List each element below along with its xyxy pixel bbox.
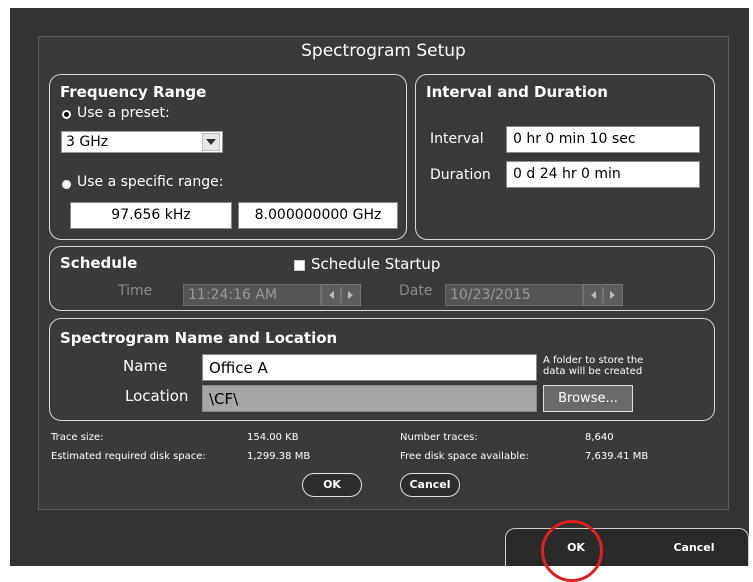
stop-frequency-input[interactable]: 8.000000000 GHz bbox=[238, 202, 398, 229]
date-label: Date bbox=[399, 283, 433, 299]
preset-dropdown-value: 3 GHz bbox=[66, 134, 109, 150]
schedule-startup-label: Schedule Startup bbox=[311, 255, 441, 273]
folder-note: A folder to store the data will be creat… bbox=[543, 355, 644, 377]
duration-label: Duration bbox=[430, 167, 491, 183]
arrow-left-icon bbox=[329, 291, 334, 299]
trace-size-value: 154.00 KB bbox=[247, 432, 299, 443]
schedule-group: Schedule Schedule Startup Time 11:24:16 … bbox=[49, 246, 715, 311]
disk-required-label: Estimated required disk space: bbox=[51, 451, 206, 462]
free-space-value: 7,639.41 MB bbox=[585, 451, 649, 462]
num-traces-label: Number traces: bbox=[400, 432, 478, 443]
interval-duration-group: Interval and Duration Interval 0 hr 0 mi… bbox=[415, 74, 715, 240]
location-label: Location bbox=[125, 387, 189, 405]
chevron-down-icon[interactable] bbox=[201, 132, 221, 152]
bottom-cancel-button[interactable]: Cancel bbox=[664, 541, 724, 554]
frequency-range-title: Frequency Range bbox=[60, 83, 207, 101]
date-input[interactable]: 10/23/2015 bbox=[445, 284, 583, 306]
disk-required-value: 1,299.38 MB bbox=[247, 451, 311, 462]
ok-button[interactable]: OK bbox=[302, 473, 362, 497]
spectrogram-setup-dialog: Spectrogram Setup Frequency Range Use a … bbox=[38, 36, 729, 510]
interval-label: Interval bbox=[430, 131, 484, 147]
name-location-title: Spectrogram Name and Location bbox=[60, 329, 338, 347]
cancel-button[interactable]: Cancel bbox=[400, 473, 460, 497]
preset-label: Use a preset: bbox=[77, 105, 170, 121]
name-location-group: Spectrogram Name and Location Name Offic… bbox=[49, 318, 715, 421]
interval-input[interactable]: 0 hr 0 min 10 sec bbox=[506, 126, 700, 153]
name-label: Name bbox=[123, 357, 168, 375]
arrow-right-icon bbox=[348, 291, 353, 299]
time-spinner[interactable] bbox=[321, 284, 361, 306]
highlight-circle bbox=[541, 520, 603, 582]
preset-radio[interactable] bbox=[62, 110, 71, 119]
browse-button[interactable]: Browse... bbox=[543, 385, 633, 412]
time-input[interactable]: 11:24:16 AM bbox=[183, 284, 321, 306]
location-input[interactable]: \CF\ bbox=[202, 385, 537, 412]
preset-dropdown[interactable]: 3 GHz bbox=[61, 131, 223, 153]
interval-duration-title: Interval and Duration bbox=[426, 83, 608, 101]
trace-size-label: Trace size: bbox=[51, 432, 104, 443]
schedule-title: Schedule bbox=[60, 254, 138, 272]
specific-range-label: Use a specific range: bbox=[77, 174, 224, 190]
dialog-title: Spectrogram Setup bbox=[301, 41, 466, 61]
time-label: Time bbox=[118, 283, 153, 299]
free-space-label: Free disk space available: bbox=[400, 451, 529, 462]
name-input[interactable]: Office A bbox=[202, 354, 537, 381]
specific-range-radio[interactable] bbox=[62, 180, 71, 189]
start-frequency-input[interactable]: 97.656 kHz bbox=[70, 202, 232, 229]
frequency-range-group: Frequency Range Use a preset: 3 GHz Use … bbox=[49, 74, 407, 240]
date-spinner[interactable] bbox=[583, 284, 623, 306]
schedule-startup-checkbox[interactable] bbox=[294, 260, 305, 271]
duration-input[interactable]: 0 d 24 hr 0 min bbox=[506, 161, 700, 188]
num-traces-value: 8,640 bbox=[585, 432, 614, 443]
